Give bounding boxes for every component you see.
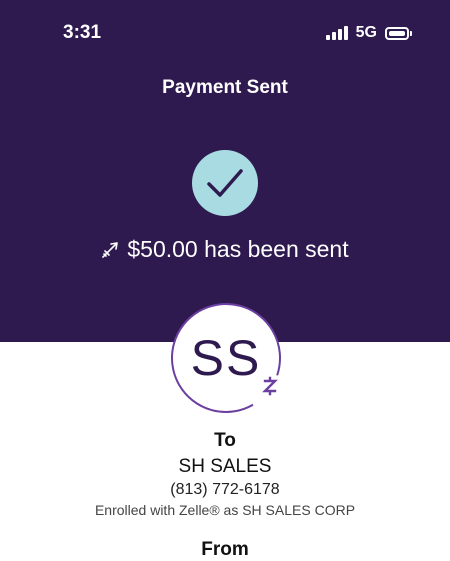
recipient-name: SH SALES <box>178 456 272 477</box>
network-type: 5G <box>355 24 377 41</box>
checkmark-icon <box>207 169 243 197</box>
enrolled-note: Enrolled with Zelle® as SH SALES CORP <box>94 502 356 518</box>
success-check <box>192 150 258 216</box>
sent-confirmation: $50.00 has been sent <box>0 236 450 263</box>
to-label: To <box>214 430 236 451</box>
signal-icon <box>325 26 348 40</box>
page-title: Payment Sent <box>162 77 288 98</box>
zelle-icon <box>258 374 282 398</box>
status-time: 3:31 <box>63 22 102 43</box>
recipient-phone: (813) 772-6178 <box>170 481 280 498</box>
send-icon <box>102 241 119 258</box>
confirmation-message: $50.00 has been sent <box>127 236 349 262</box>
from-label: From <box>201 539 249 560</box>
status-indicators: 5G <box>325 24 412 42</box>
battery-icon <box>385 26 412 40</box>
header-panel: 3:31 5G Payment Sent $50.00 has been sen… <box>0 0 450 342</box>
